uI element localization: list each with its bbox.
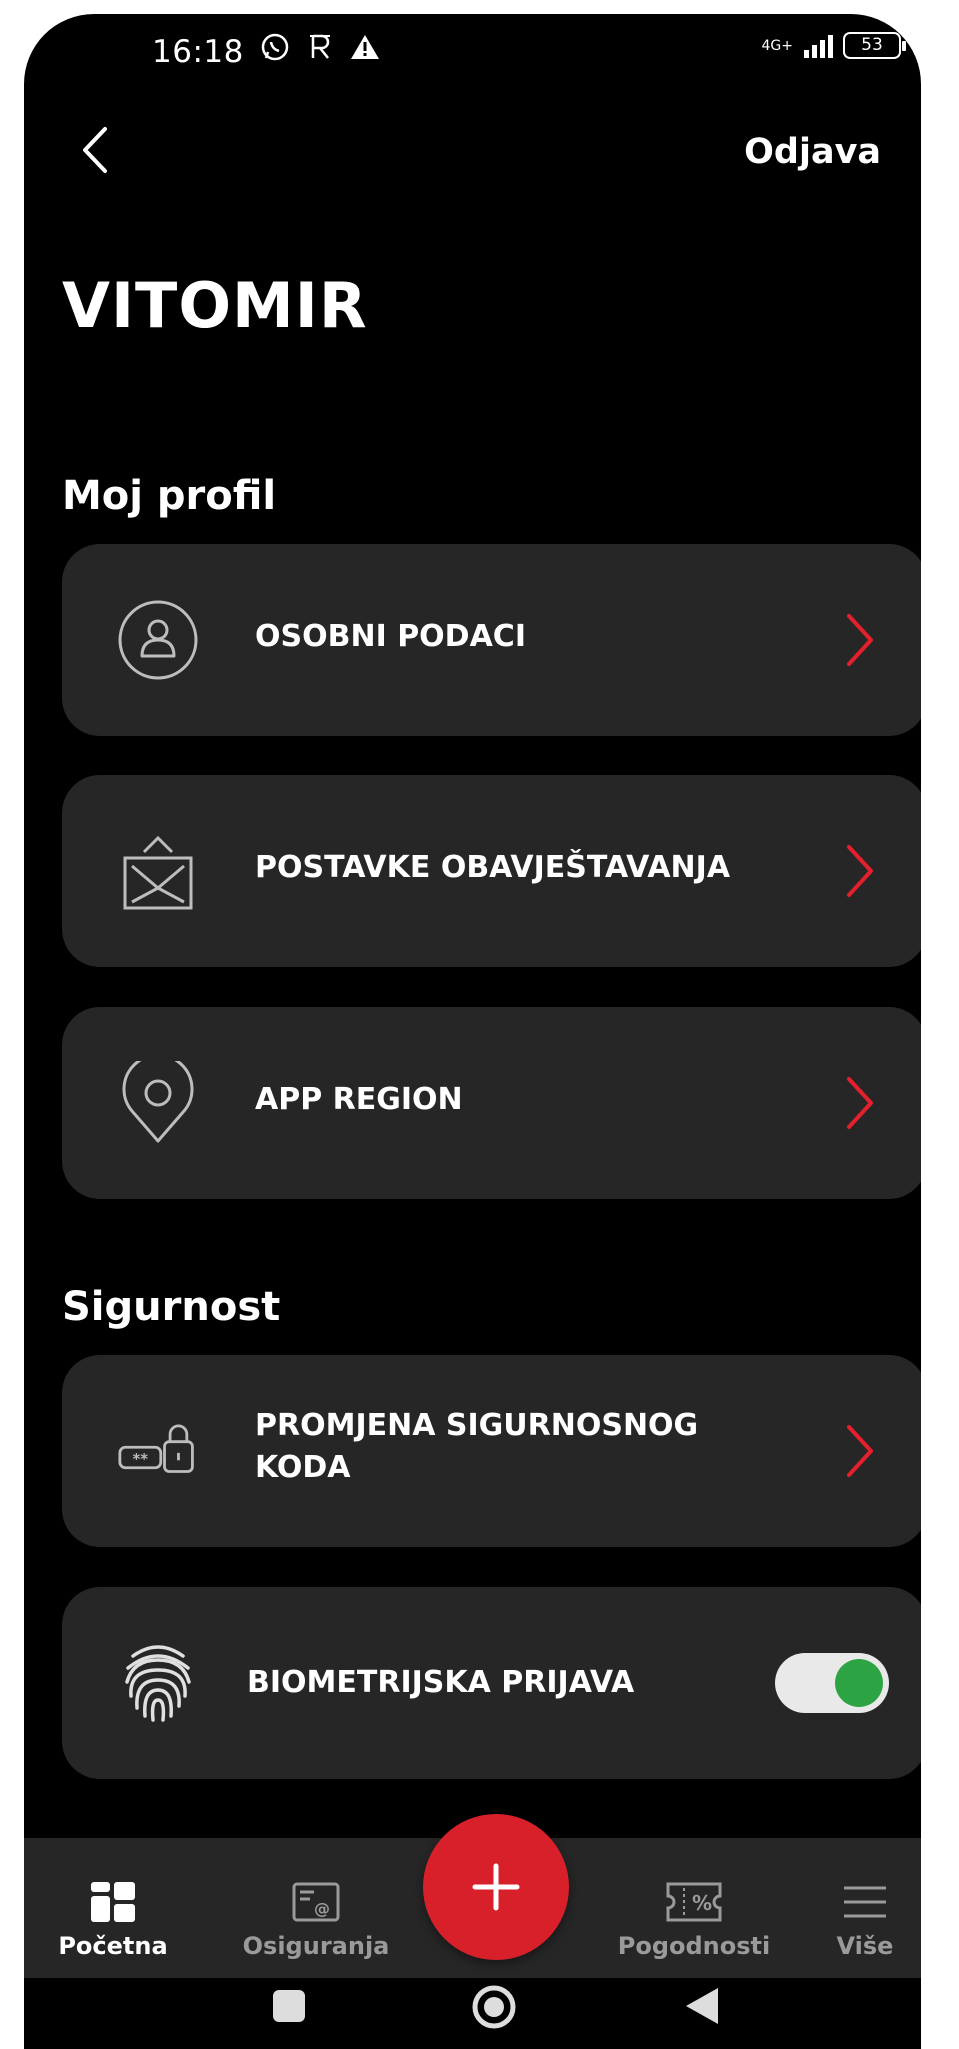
system-navigation-bar	[24, 1978, 921, 2049]
roaming-icon	[310, 34, 330, 59]
envelope-icon	[118, 831, 198, 911]
back-system-icon[interactable]	[684, 1986, 720, 2026]
nav-item-label: Početna	[58, 1932, 168, 1960]
menu-item-change-security-code[interactable]: ** PROMJENA SIGURNOSNOG KODA	[62, 1355, 921, 1547]
status-time: 16:18	[152, 34, 244, 70]
menu-item-notification-settings[interactable]: POSTAVKE OBAVJEŠTAVANJA	[62, 775, 921, 967]
app-screen: 16:18 4G+ 53 Odjava VITOMIR Moj profil O…	[24, 14, 921, 2049]
nav-item-label: Pogodnosti	[617, 1932, 771, 1960]
menu-item-label: POSTAVKE OBAVJEŠTAVANJA	[255, 850, 731, 885]
warning-icon	[351, 35, 379, 59]
password-lock-icon: **	[118, 1411, 198, 1491]
add-button[interactable]	[423, 1814, 569, 1960]
nav-item-more[interactable]: Više	[830, 1878, 900, 1960]
fingerprint-icon	[118, 1643, 198, 1723]
chevron-right-icon	[847, 1425, 873, 1477]
discount-ticket-icon: %	[609, 1878, 779, 1926]
recent-apps-icon[interactable]	[271, 1988, 307, 2024]
svg-text:%: %	[692, 1891, 712, 1915]
plus-icon	[472, 1863, 520, 1911]
user-icon	[118, 600, 198, 680]
home-grid-icon	[58, 1878, 168, 1926]
menu-item-label: BIOMETRIJSKA PRIJAVA	[247, 1665, 635, 1700]
status-bar: 16:18 4G+ 53	[24, 14, 921, 84]
network-indicator: 4G+	[761, 37, 794, 54]
menu-item-personal-data[interactable]: OSOBNI PODACI	[62, 544, 921, 736]
battery-indicator: 53	[843, 32, 906, 59]
chevron-right-icon	[847, 1077, 873, 1129]
nav-item-insurance[interactable]: @ Osiguranja	[236, 1878, 396, 1960]
nav-item-benefits[interactable]: % Pogodnosti	[609, 1878, 779, 1960]
chevron-right-icon	[847, 614, 873, 666]
logout-button[interactable]: Odjava	[744, 132, 881, 172]
toggle-knob	[835, 1659, 883, 1707]
section-title-security: Sigurnost	[62, 1284, 281, 1330]
nav-item-label: Više	[836, 1932, 894, 1960]
menu-item-app-region[interactable]: APP REGION	[62, 1007, 921, 1199]
whatsapp-icon	[261, 33, 289, 61]
svg-text:**: **	[133, 1450, 149, 1468]
page-title: VITOMIR	[62, 269, 368, 342]
back-button[interactable]	[72, 118, 116, 182]
menu-icon	[830, 1878, 900, 1926]
section-title-profile: Moj profil	[62, 473, 277, 519]
nav-item-label: Osiguranja	[242, 1932, 390, 1960]
chevron-left-icon	[83, 127, 107, 173]
biometric-toggle[interactable]	[775, 1653, 889, 1713]
svg-text:@: @	[314, 1899, 330, 1918]
menu-item-label: OSOBNI PODACI	[255, 619, 526, 654]
menu-item-biometric-login: BIOMETRIJSKA PRIJAVA	[62, 1587, 921, 1779]
signal-icon	[804, 34, 833, 58]
home-system-icon[interactable]	[471, 1984, 517, 2030]
location-pin-icon	[118, 1061, 198, 1143]
nav-item-home[interactable]: Početna	[58, 1878, 168, 1960]
document-email-icon: @	[236, 1878, 396, 1926]
menu-item-label-line2: KODA	[255, 1450, 351, 1485]
menu-item-label-line1: PROMJENA SIGURNOSNOG	[255, 1408, 699, 1443]
menu-item-label: APP REGION	[255, 1082, 463, 1117]
chevron-right-icon	[847, 845, 873, 897]
